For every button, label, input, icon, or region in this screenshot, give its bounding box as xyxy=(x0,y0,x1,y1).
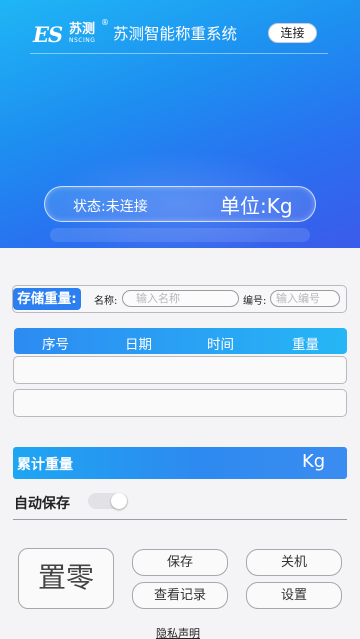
power-off-button[interactable]: 关机 xyxy=(246,549,342,576)
column-header-time: 时间 xyxy=(207,337,234,353)
privacy-link[interactable]: 隐私声明 xyxy=(156,625,200,639)
header-divider xyxy=(30,53,328,54)
column-header-index: 序号 xyxy=(42,337,69,353)
logo-english-text: NSCING xyxy=(69,37,96,44)
autosave-toggle[interactable] xyxy=(88,493,128,509)
records-table-header: 序号 日期 时间 重量 xyxy=(14,328,347,354)
column-header-date: 日期 xyxy=(125,337,152,353)
total-weight-unit: Kg xyxy=(302,451,326,472)
top-bar: ES 苏测 ® NSCING 苏测智能称重系统 连接 xyxy=(0,18,360,48)
logo-chinese-text: 苏测 xyxy=(69,22,96,37)
name-input[interactable] xyxy=(122,290,239,307)
settings-button[interactable]: 设置 xyxy=(246,582,342,609)
column-header-weight: 重量 xyxy=(292,337,319,353)
autosave-label: 自动保存 xyxy=(14,496,70,512)
store-weight-card: 存储重量: 名称: 编号: xyxy=(12,285,347,313)
toggle-knob xyxy=(111,493,127,509)
section-divider xyxy=(13,519,347,520)
view-records-button[interactable]: 查看记录 xyxy=(132,582,228,609)
code-input[interactable] xyxy=(270,290,340,307)
app-title: 苏测智能称重系统 xyxy=(113,25,238,43)
status-panel: 状态:未连接 单位:Kg xyxy=(44,186,316,222)
status-reflection xyxy=(50,228,310,242)
registered-mark: ® xyxy=(101,18,109,27)
name-label: 名称: xyxy=(94,296,118,307)
header-banner: ES 苏测 ® NSCING 苏测智能称重系统 连接 状态:未连接 单位:Kg xyxy=(0,0,360,248)
total-weight-label: 累计重量 xyxy=(17,457,73,473)
logo-es-mark: ES xyxy=(33,22,63,47)
store-weight-button[interactable]: 存储重量: xyxy=(13,288,81,310)
table-row[interactable] xyxy=(13,389,347,417)
brand-logo: ES 苏测 ® NSCING xyxy=(33,18,111,47)
save-button[interactable]: 保存 xyxy=(132,549,228,576)
weight-unit: 单位:Kg xyxy=(220,194,293,218)
connect-button[interactable]: 连接 xyxy=(268,23,317,43)
code-label: 编号: xyxy=(243,296,267,307)
total-weight-bar: 累计重量 Kg xyxy=(13,447,347,479)
zero-button[interactable]: 置零 xyxy=(18,548,114,609)
table-row[interactable] xyxy=(13,356,347,384)
connection-status: 状态:未连接 xyxy=(73,199,148,215)
